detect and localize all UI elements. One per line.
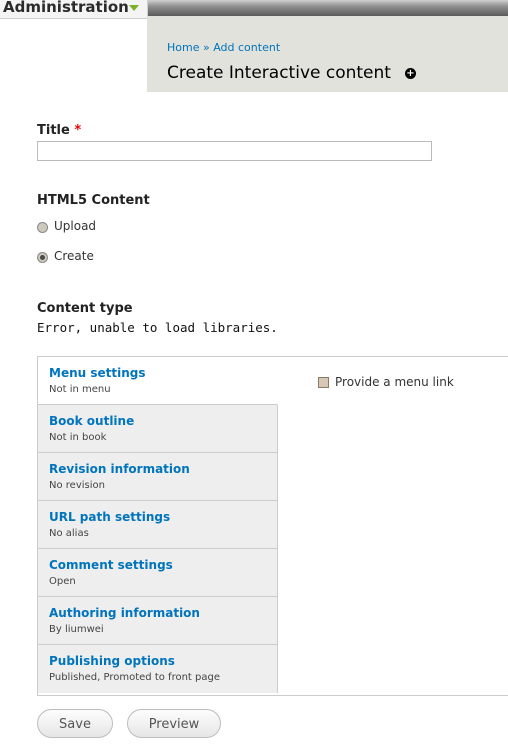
title-label: Title * bbox=[37, 123, 81, 138]
breadcrumb: Home » Add content bbox=[167, 41, 280, 54]
create-radio-label[interactable]: Create bbox=[54, 249, 94, 263]
vtab-title[interactable]: Menu settings bbox=[49, 366, 146, 380]
vtab-menu-settings[interactable]: Menu settings Not in menu bbox=[38, 357, 278, 405]
required-mark: * bbox=[74, 123, 82, 138]
page-title: Create Interactive content bbox=[167, 63, 391, 83]
admin-menu-title[interactable]: Administration bbox=[3, 0, 129, 16]
error-message: Error, unable to load libraries. bbox=[37, 320, 278, 335]
vtab-comment-settings[interactable]: Comment settings Open bbox=[38, 549, 278, 597]
upload-radio[interactable] bbox=[37, 222, 48, 233]
breadcrumb-add-content-link[interactable]: Add content bbox=[213, 41, 280, 54]
title-label-text: Title bbox=[37, 123, 70, 138]
vtab-summary: Published, Promoted to front page bbox=[49, 672, 220, 683]
vtab-revision-information[interactable]: Revision information No revision bbox=[38, 453, 278, 501]
vtab-summary: No alias bbox=[49, 528, 89, 539]
vtab-publishing-options[interactable]: Publishing options Published, Promoted t… bbox=[38, 645, 278, 693]
save-button[interactable]: Save bbox=[37, 709, 113, 738]
vtab-authoring-information[interactable]: Authoring information By liumwei bbox=[38, 597, 278, 645]
vtab-url-path-settings[interactable]: URL path settings No alias bbox=[38, 501, 278, 549]
chevron-down-icon[interactable] bbox=[129, 5, 139, 11]
vtab-book-outline[interactable]: Book outline Not in book bbox=[38, 405, 278, 453]
html5-content-label: HTML5 Content bbox=[37, 193, 150, 208]
content-type-label: Content type bbox=[37, 301, 133, 316]
vtab-summary: No revision bbox=[49, 480, 105, 491]
create-radio[interactable] bbox=[37, 252, 48, 263]
vtab-title[interactable]: Authoring information bbox=[49, 606, 200, 620]
vtab-title[interactable]: Revision information bbox=[49, 462, 190, 476]
vtab-summary: Open bbox=[49, 576, 76, 587]
breadcrumb-home-link[interactable]: Home bbox=[167, 41, 199, 54]
breadcrumb-separator: » bbox=[202, 41, 210, 54]
vtab-title[interactable]: URL path settings bbox=[49, 510, 170, 524]
upload-radio-label[interactable]: Upload bbox=[54, 219, 96, 233]
vtab-summary: Not in menu bbox=[49, 384, 111, 395]
vtab-title[interactable]: Comment settings bbox=[49, 558, 173, 572]
provide-menu-link-checkbox[interactable] bbox=[318, 377, 329, 388]
vertical-tabs: Menu settings Not in menu Book outline N… bbox=[37, 356, 508, 696]
vtab-title[interactable]: Book outline bbox=[49, 414, 134, 428]
title-input[interactable] bbox=[37, 141, 432, 161]
vtab-summary: Not in book bbox=[49, 432, 107, 443]
preview-button[interactable]: Preview bbox=[127, 709, 221, 738]
vtab-summary: By liumwei bbox=[49, 624, 104, 635]
vertical-tabs-list: Menu settings Not in menu Book outline N… bbox=[38, 357, 278, 693]
toolbar-strip bbox=[148, 0, 508, 16]
add-shortcut-icon[interactable]: + bbox=[405, 68, 416, 79]
vtab-title[interactable]: Publishing options bbox=[49, 654, 175, 668]
provide-menu-link-label[interactable]: Provide a menu link bbox=[335, 375, 454, 389]
admin-menu[interactable]: Administration bbox=[0, 0, 148, 19]
page-header: Home » Add content Create Interactive co… bbox=[147, 16, 508, 92]
